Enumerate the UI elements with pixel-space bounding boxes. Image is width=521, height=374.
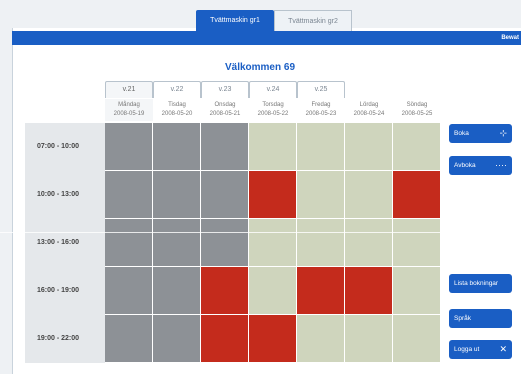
logout-button[interactable]: Logga ut ✕ — [449, 340, 512, 359]
slot-past — [153, 219, 201, 267]
slot-free[interactable] — [297, 315, 345, 363]
close-icon: ✕ — [499, 344, 507, 354]
slot-past — [105, 123, 153, 171]
slot-booked[interactable] — [201, 315, 249, 363]
slot-free[interactable] — [297, 219, 345, 267]
tab-machine-gr1[interactable]: Tvättmaskin gr1 — [196, 10, 274, 31]
crosshair-icon: ⊹ — [499, 128, 507, 138]
cancel-booking-button[interactable]: Avboka ···· — [449, 156, 512, 175]
list-bookings-button[interactable]: Lista bokningar — [449, 274, 512, 293]
day-header-sunday: Söndag 2008-05-25 — [393, 99, 441, 121]
slot-free[interactable] — [393, 123, 441, 171]
logout-label: Logga ut — [454, 346, 480, 353]
divider — [0, 232, 521, 233]
slot-free[interactable] — [297, 171, 345, 219]
slot-booked[interactable] — [345, 267, 393, 315]
book-button[interactable]: Boka ⊹ — [449, 124, 512, 143]
slot-past — [201, 171, 249, 219]
slot-past — [105, 219, 153, 267]
tab-week-21[interactable]: v.21 — [105, 81, 153, 98]
slot-past — [201, 219, 249, 267]
day-date: 2008-05-20 — [161, 111, 193, 117]
slot-free[interactable] — [249, 267, 297, 315]
slot-booked[interactable] — [393, 171, 441, 219]
slot-free[interactable] — [297, 123, 345, 171]
slot-free[interactable] — [345, 171, 393, 219]
time-label: 07:00 - 10:00 — [25, 123, 105, 171]
slot-past — [105, 315, 153, 363]
tab-week-24[interactable]: v.24 — [249, 81, 297, 98]
tab-week-25[interactable]: v.25 — [297, 81, 345, 98]
day-header-tuesday: Tisdag 2008-05-20 — [153, 99, 201, 121]
day-date: 2008-05-19 — [113, 111, 145, 117]
slot-free[interactable] — [345, 315, 393, 363]
day-name: Lördag — [359, 102, 379, 108]
time-label: 10:00 - 13:00 — [25, 171, 105, 219]
slot-free[interactable] — [249, 123, 297, 171]
app-window: Tvättmaskin gr1 Tvättmaskin gr2 Bewat Vä… — [0, 0, 521, 374]
day-name: Onsdag — [214, 102, 236, 108]
day-name: Måndag — [118, 102, 140, 108]
day-date: 2008-05-23 — [305, 111, 337, 117]
slot-past — [201, 123, 249, 171]
slot-free[interactable] — [393, 315, 441, 363]
slot-free[interactable] — [393, 267, 441, 315]
dots-icon: ···· — [495, 160, 507, 170]
tab-week-22[interactable]: v.22 — [153, 81, 201, 98]
machine-tabs: Tvättmaskin gr1 Tvättmaskin gr2 — [0, 10, 521, 32]
day-date: 2008-05-22 — [257, 111, 289, 117]
slot-booked[interactable] — [249, 315, 297, 363]
time-label: 19:00 - 22:00 — [25, 315, 105, 363]
slot-free[interactable] — [249, 219, 297, 267]
slot-free[interactable] — [345, 123, 393, 171]
time-label: 16:00 - 19:00 — [25, 267, 105, 315]
slot-past — [153, 315, 201, 363]
slot-free[interactable] — [345, 219, 393, 267]
day-header-thursday: Torsdag 2008-05-22 — [249, 99, 297, 121]
day-name: Tisdag — [168, 102, 186, 108]
slot-booked[interactable] — [249, 171, 297, 219]
day-header-monday: Måndag 2008-05-19 — [105, 99, 153, 121]
day-name: Torsdag — [262, 102, 284, 108]
slot-free[interactable] — [393, 219, 441, 267]
slot-past — [105, 267, 153, 315]
slot-past — [153, 123, 201, 171]
header-bar: Bewat — [12, 31, 521, 45]
day-name: Söndag — [406, 102, 428, 108]
language-button[interactable]: Språk — [449, 309, 512, 328]
cancel-booking-label: Avboka — [454, 162, 476, 169]
tab-machine-gr2[interactable]: Tvättmaskin gr2 — [274, 10, 352, 31]
day-header-friday: Fredag 2008-05-23 — [297, 99, 345, 121]
slot-booked[interactable] — [201, 267, 249, 315]
time-label: 13:00 - 16:00 — [25, 219, 105, 267]
slot-past — [105, 171, 153, 219]
day-header-wednesday: Onsdag 2008-05-21 — [201, 99, 249, 121]
tab-week-23[interactable]: v.23 — [201, 81, 249, 98]
day-date: 2008-05-24 — [353, 111, 385, 117]
day-header-saturday: Lördag 2008-05-24 — [345, 99, 393, 121]
slot-booked[interactable] — [297, 267, 345, 315]
page-title: Välkommen 69 — [224, 62, 296, 73]
day-date: 2008-05-21 — [209, 111, 241, 117]
day-name: Fredag — [311, 102, 331, 108]
slot-past — [153, 267, 201, 315]
save-link[interactable]: Bewat — [501, 31, 519, 45]
slot-past — [153, 171, 201, 219]
day-date: 2008-05-25 — [401, 111, 433, 117]
book-label: Boka — [454, 130, 469, 137]
